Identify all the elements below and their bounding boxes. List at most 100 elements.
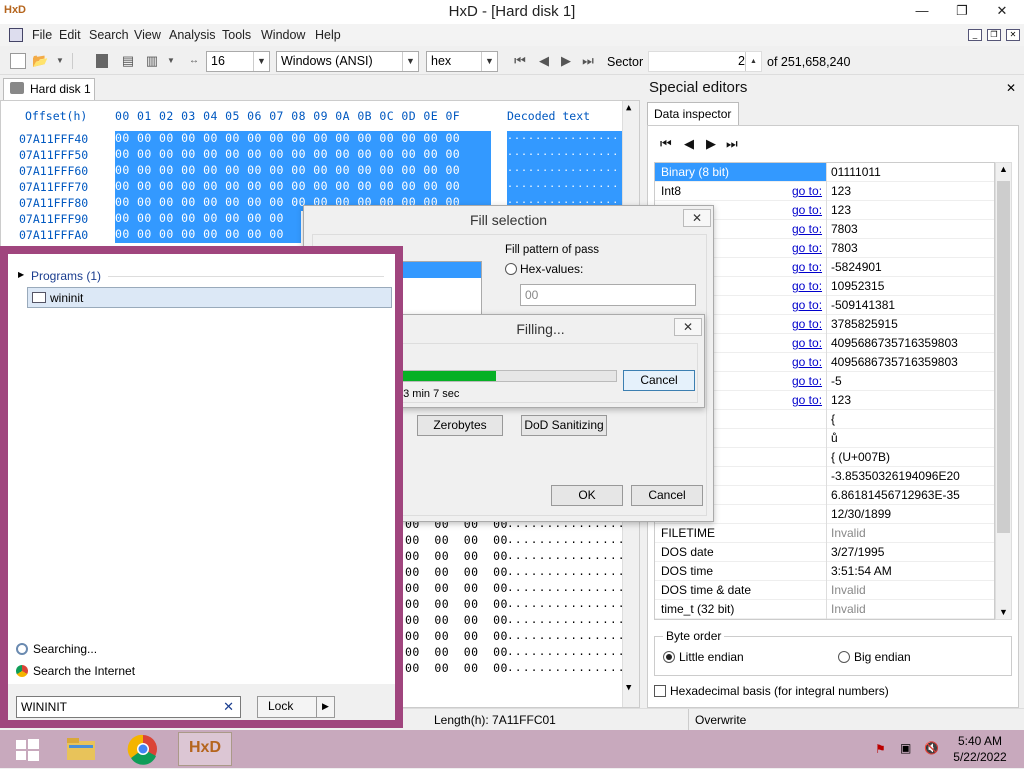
decoded-row[interactable]: ................	[507, 147, 627, 163]
hex-row-selected[interactable]: 00 00 00 00 00 00 00 00 00 00 00 00 00 0…	[115, 147, 491, 163]
inspector-value[interactable]: 7803	[831, 241, 858, 255]
filling-cancel-button[interactable]: Cancel	[623, 370, 695, 391]
decoded-row[interactable]: ................	[507, 533, 634, 546]
big-endian-label[interactable]: Big endian	[854, 650, 911, 664]
decoded-row[interactable]: ................	[507, 131, 627, 147]
programs-group-label[interactable]: Programs (1)	[31, 269, 101, 283]
menu-view[interactable]: View	[134, 28, 161, 42]
goto-link[interactable]: go to:	[792, 374, 822, 388]
hex-values-input[interactable]: 00	[520, 284, 696, 306]
prev-sector-icon[interactable]: ◀	[536, 53, 552, 69]
cancel-button[interactable]: Cancel	[631, 485, 703, 506]
inspector-value[interactable]: 123	[831, 184, 851, 198]
network-icon[interactable]: ▣	[900, 741, 911, 755]
search-internet-link[interactable]: Search the Internet	[33, 664, 135, 678]
clear-icon[interactable]: ✕	[223, 699, 234, 715]
next-icon[interactable]: ▶	[706, 136, 716, 152]
mdi-close-icon[interactable]: ✕	[1006, 29, 1020, 41]
scroll-up-icon[interactable]: ▲	[626, 103, 631, 113]
hex-row[interactable]: 00 00 00 00	[405, 533, 508, 547]
open-folder-icon[interactable]: 📂	[32, 53, 48, 69]
decoded-row[interactable]: ................	[507, 613, 634, 626]
inspector-row[interactable]: Binary (8 bit) 01111011	[655, 163, 994, 182]
inspector-value[interactable]: 6.86181456712963E-35	[831, 488, 960, 502]
inspector-row[interactable]: FILETIME Invalid	[655, 524, 994, 543]
hex-row[interactable]: 00 00 00 00	[405, 645, 508, 659]
decoded-row[interactable]: ................	[507, 163, 627, 179]
chevron-down-icon[interactable]: ▼	[253, 52, 269, 71]
last-sector-icon[interactable]: ⏭	[580, 53, 596, 69]
inspector-row[interactable]: DOS time & date Invalid	[655, 581, 994, 600]
start-button[interactable]	[4, 732, 50, 766]
first-icon[interactable]: ⏮	[660, 136, 672, 152]
inspector-row[interactable]: DOS date 3/27/1995	[655, 543, 994, 562]
tab-data-inspector[interactable]: Data inspector	[647, 102, 739, 126]
goto-link[interactable]: go to:	[792, 355, 822, 369]
inspector-value[interactable]: Invalid	[831, 583, 866, 597]
chevron-right-icon[interactable]: ▶	[316, 697, 334, 717]
decoded-row[interactable]: ................	[507, 661, 634, 674]
scroll-thumb[interactable]	[997, 181, 1010, 533]
inspector-value[interactable]: 4095686735716359803	[831, 355, 958, 369]
goto-link[interactable]: go to:	[792, 279, 822, 293]
inspector-value[interactable]: -5824901	[831, 260, 882, 274]
chevron-down-icon[interactable]: ▼	[481, 52, 497, 71]
inspector-value[interactable]: 3:51:54 AM	[831, 564, 892, 578]
hex-row[interactable]: 00 00 00 00	[405, 661, 508, 675]
hex-row[interactable]: 00 00 00 00	[405, 565, 508, 579]
close-button[interactable]: ✕	[980, 0, 1024, 22]
sector-input[interactable]: 2 ▲	[648, 51, 762, 72]
inspector-value[interactable]: -5	[831, 374, 842, 388]
hex-row-selected[interactable]: 00 00 00 00 00 00 00 00	[115, 211, 301, 227]
spin-icon[interactable]: ▲	[745, 52, 761, 71]
minimize-button[interactable]: —	[900, 0, 944, 22]
menu-search[interactable]: Search	[89, 28, 129, 42]
goto-link[interactable]: go to:	[792, 260, 822, 274]
clock-time[interactable]: 5:40 AM	[955, 734, 1005, 748]
inspector-value[interactable]: 123	[831, 203, 851, 217]
tab-hard-disk-1[interactable]: Hard disk 1	[3, 78, 95, 100]
decoded-row[interactable]: ................	[507, 179, 627, 195]
inspector-row[interactable]: time_t (32 bit) Invalid	[655, 600, 994, 619]
inspector-value[interactable]: ů	[831, 431, 838, 445]
inspector-scrollbar[interactable]: ▲ ▼	[995, 162, 1012, 620]
hex-row-selected[interactable]: 00 00 00 00 00 00 00 00 00 00 00 00 00 0…	[115, 131, 491, 147]
inspector-row[interactable]: Int8 go to: 123	[655, 182, 994, 201]
decoded-row[interactable]: ................	[507, 565, 634, 578]
hex-basis-checkbox[interactable]	[654, 685, 666, 697]
dod-sanitizing-button[interactable]: DoD Sanitizing	[521, 415, 607, 436]
hex-row[interactable]: 00 00 00 00	[405, 597, 508, 611]
hex-basis-label[interactable]: Hexadecimal basis (for integral numbers)	[670, 684, 889, 698]
decoded-row[interactable]: ................	[507, 549, 634, 562]
inspector-value[interactable]: 3/27/1995	[831, 545, 884, 559]
clock-date[interactable]: 5/22/2022	[950, 750, 1010, 764]
charset-select[interactable]: Windows (ANSI) ▼	[276, 51, 419, 72]
pass-list-item-selected[interactable]	[403, 262, 481, 278]
decoded-row[interactable]: ................	[507, 581, 634, 594]
first-sector-icon[interactable]: ⏮	[512, 53, 528, 69]
inspector-value[interactable]: 12/30/1899	[831, 507, 891, 521]
search-input[interactable]: WININIT ✕	[16, 696, 241, 718]
scroll-down-icon[interactable]: ▼	[999, 607, 1008, 617]
close-icon[interactable]: ✕	[1006, 81, 1016, 95]
inspector-value[interactable]: 10952315	[831, 279, 884, 293]
chevron-down-icon[interactable]: ▼	[402, 52, 418, 71]
goto-link[interactable]: go to:	[792, 222, 822, 236]
lock-button[interactable]: Lock ▶	[257, 696, 335, 718]
big-endian-radio[interactable]	[838, 651, 850, 663]
next-sector-icon[interactable]: ▶	[558, 53, 574, 69]
inspector-value[interactable]: {	[831, 412, 835, 426]
volume-icon[interactable]: 🔇	[924, 741, 939, 755]
print-icon[interactable]: ▥	[144, 53, 160, 69]
inspector-value[interactable]: -509141381	[831, 298, 895, 312]
hex-row[interactable]: 00 00 00 00	[405, 581, 508, 595]
inspector-value[interactable]: -3.85350326194096E20	[831, 469, 960, 483]
hex-row[interactable]: 00 00 00 00	[405, 613, 508, 627]
display-mode-select[interactable]: hex ▼	[426, 51, 498, 72]
save-all-icon[interactable]: ▤	[120, 53, 136, 69]
scroll-up-icon[interactable]: ▲	[999, 164, 1008, 174]
print-dropdown-icon[interactable]: ▼	[163, 53, 179, 69]
taskbar-hxd[interactable]: HxD	[178, 732, 232, 766]
goto-link[interactable]: go to:	[792, 184, 822, 198]
goto-link[interactable]: go to:	[792, 317, 822, 331]
